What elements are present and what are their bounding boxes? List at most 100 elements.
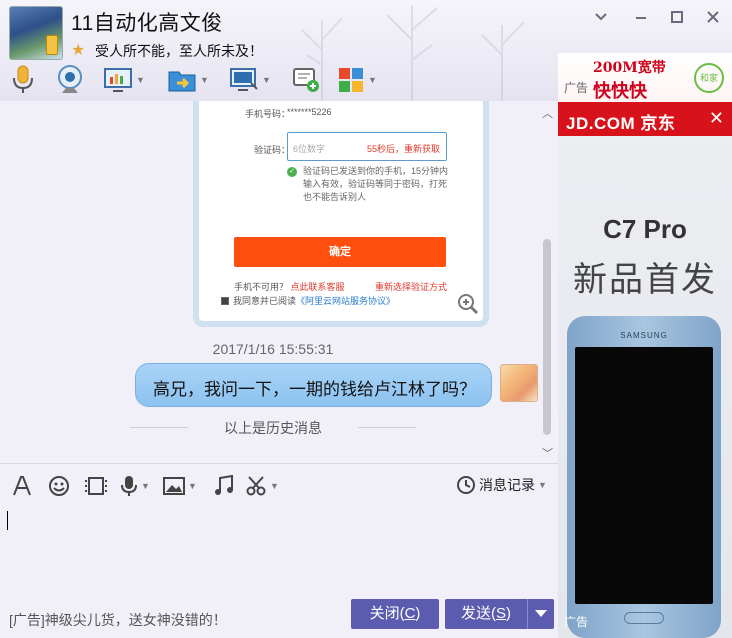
confirm-button-image: 确定 — [234, 237, 446, 267]
chevron-down-icon[interactable]: ▼ — [188, 481, 197, 491]
chevron-down-icon[interactable]: ▼ — [538, 480, 547, 490]
image-icon — [163, 477, 185, 495]
chevron-down-icon[interactable]: ▼ — [136, 75, 145, 85]
code-placeholder: 6位数字 — [293, 144, 326, 154]
new-discussion-button[interactable] — [291, 62, 321, 98]
chevron-down-icon[interactable]: ▼ — [270, 481, 279, 491]
message-input[interactable] — [0, 505, 558, 595]
phone-home-button — [624, 612, 664, 624]
contact-name: 11自动化高文俊 — [71, 12, 223, 35]
phone-unavailable: 手机不可用？ 点此联系客服 — [234, 280, 345, 293]
contact-text: 点此联系客服 — [290, 282, 345, 292]
clock-icon — [457, 476, 475, 494]
chevron-down-icon[interactable]: ▼ — [368, 75, 377, 85]
voice-message-button[interactable]: ▼ — [120, 474, 150, 498]
code-label: 验证码： — [254, 145, 291, 155]
maximize-button[interactable] — [667, 10, 687, 30]
phone-value: *******5226 — [287, 107, 332, 117]
gif-button[interactable] — [84, 474, 108, 498]
reselect-method: 重新选择验证方式 — [374, 282, 447, 292]
shared-image[interactable]: 手机号码： *******5226 验证码： 6位数字 55秒后，重新获取 ✓ … — [193, 101, 489, 327]
apps-button[interactable]: ▼ — [337, 62, 377, 98]
star-icon: ★ — [71, 42, 86, 59]
screen-share-button[interactable]: ▼ — [103, 62, 145, 98]
contact-avatar[interactable] — [9, 6, 63, 60]
footer: [广告]神级尖儿货，送女神没错的！ 关闭(C) 发送(S) — [0, 595, 558, 638]
scrollbar-thumb[interactable] — [543, 239, 551, 435]
code-input-field: 6位数字 55秒后，重新获取 — [287, 132, 447, 161]
ad-label: 广告 — [564, 81, 589, 95]
broadband-line2: 快快快 — [593, 81, 647, 101]
message-history-button[interactable]: 消息记录 ▼ — [456, 475, 547, 495]
check-icon: ✓ — [287, 167, 297, 177]
file-transfer-button[interactable]: ▼ — [167, 62, 209, 98]
chevron-down-icon[interactable]: ▼ — [262, 75, 271, 85]
mobile-online-icon — [46, 35, 58, 55]
emoji-button[interactable] — [48, 474, 70, 498]
send-button[interactable]: 发送(S) — [445, 599, 527, 629]
minimize-line-button[interactable] — [631, 10, 651, 30]
remote-assist-icon — [230, 68, 258, 91]
broadband-line1: 200M宽带 — [593, 60, 666, 76]
ad-close-icon[interactable]: ✕ — [709, 108, 724, 129]
message-bubble[interactable]: 高兄，我问一下，一期的钱给卢江林了吗？ — [135, 363, 492, 407]
send-key: S — [495, 605, 506, 622]
file-transfer-icon — [168, 71, 196, 92]
agree-text: 我同意并已阅读 — [233, 296, 297, 306]
screenshot-button[interactable]: ▼ — [245, 474, 279, 498]
checkbox-icon — [221, 297, 229, 305]
history-divider: 以上是历史消息 — [130, 418, 416, 438]
screenshot-icon — [246, 476, 266, 496]
phone-brand: SAMSUNG — [620, 331, 668, 340]
music-button[interactable] — [213, 474, 235, 498]
close-key: C — [404, 605, 416, 622]
code-hint: 验证码已发送到你的手机，15分钟内输入有效，验证码等同于密码，打死也不能告诉别人 — [303, 166, 449, 202]
remote-assist-button[interactable]: ▼ — [229, 62, 271, 98]
phone-model: C7 Pro — [603, 214, 687, 244]
ad-slogan: 新品首发 — [573, 261, 717, 299]
phone-image: SAMSUNG — [567, 316, 721, 638]
font-button[interactable] — [11, 474, 33, 498]
agreement-line: 我同意并已阅读《阿里云网站服务协议》 — [221, 294, 395, 307]
apps-icon — [339, 68, 363, 92]
send-options-button[interactable] — [527, 599, 554, 629]
input-toolbar: ▼ ▼ ▼ 消息记录 ▼ — [0, 463, 558, 505]
voice-icon — [121, 476, 137, 496]
zoom-icon[interactable] — [457, 293, 479, 315]
footer-ad-link[interactable]: [广告]神级尖儿货，送女神没错的！ — [9, 610, 227, 630]
minimize-button[interactable] — [591, 10, 611, 30]
music-icon — [215, 475, 233, 495]
code-countdown: 55秒后，重新获取 — [366, 144, 440, 154]
close-paren: ) — [415, 605, 421, 622]
video-camera-icon — [58, 65, 82, 93]
emoji-icon — [49, 476, 69, 496]
gif-icon — [85, 477, 107, 495]
contact-signature: 受人所不能，至人所未及！ — [95, 43, 263, 59]
close-label: 关闭( — [369, 605, 405, 622]
close-button[interactable] — [703, 10, 723, 30]
screen-share-icon — [104, 68, 132, 92]
jd-brand: JD.COM 京东 — [566, 114, 676, 133]
close-chat-button[interactable]: 关闭(C) — [351, 599, 439, 629]
broadband-ad[interactable]: 广告 200M宽带 快快快 和家 — [558, 53, 732, 102]
hejia-logo: 和家 — [694, 63, 724, 93]
shared-image-content: 手机号码： *******5226 验证码： 6位数字 55秒后，重新获取 ✓ … — [199, 101, 483, 321]
image-button[interactable]: ▼ — [163, 474, 197, 498]
voice-call-button[interactable] — [10, 62, 36, 98]
message-history[interactable]: 手机号码： *******5226 验证码： 6位数字 55秒后，重新获取 ✓ … — [0, 101, 558, 463]
message-timestamp: 2017/1/16 15:55:31 — [212, 341, 334, 357]
chevron-down-icon[interactable]: ▼ — [141, 481, 150, 491]
send-paren: ) — [506, 605, 511, 622]
chat-scrollbar[interactable]: ︿ ﹀ — [540, 101, 554, 463]
chevron-down-icon[interactable]: ▼ — [200, 75, 209, 85]
scroll-up-icon[interactable]: ︿ — [542, 105, 553, 121]
video-call-button[interactable] — [56, 62, 84, 98]
ad-panel[interactable]: 广告 200M宽带 快快快 和家 JD.COM 京东 ✕ C7 Pro 新品首发… — [558, 53, 732, 638]
jd-ad[interactable]: JD.COM 京东 ✕ C7 Pro 新品首发 SAMSUNG 广告 — [558, 102, 732, 638]
ad-label-bottom: 广告 — [564, 615, 589, 629]
new-chat-icon — [293, 68, 319, 92]
text-cursor — [7, 511, 8, 530]
agree-link: 《阿里云网站服务协议》 — [296, 296, 396, 306]
my-avatar[interactable] — [500, 364, 538, 402]
scroll-down-icon[interactable]: ﹀ — [542, 445, 553, 461]
